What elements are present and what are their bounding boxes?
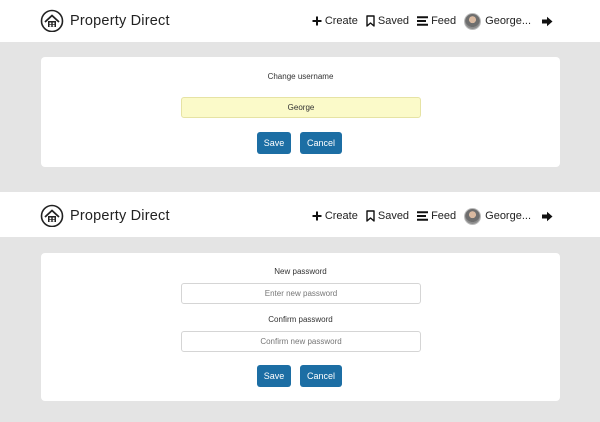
username-input[interactable] — [181, 97, 421, 118]
change-password-card: New password Confirm password Save Cance… — [41, 253, 560, 401]
confirm-password-label: Confirm password — [268, 315, 333, 324]
logout-icon[interactable] — [541, 211, 554, 222]
plus-icon — [312, 211, 322, 221]
nav-feed[interactable]: Feed — [417, 210, 456, 222]
save-password-button[interactable]: Save — [257, 365, 291, 387]
bookmark-icon — [366, 15, 375, 27]
avatar — [464, 207, 482, 225]
brand-name: Property Direct — [70, 12, 170, 29]
house-logo-icon — [40, 204, 64, 227]
top-header: Property Direct Create Saved Feed George… — [0, 195, 600, 237]
house-logo-icon — [40, 9, 64, 32]
nav-user-label: George... — [485, 15, 531, 27]
brand-logo[interactable]: Property Direct — [40, 9, 170, 32]
feed-lines-icon — [417, 16, 429, 26]
new-password-label: New password — [274, 267, 327, 276]
nav-create[interactable]: Create — [312, 15, 358, 27]
new-password-input[interactable] — [181, 283, 421, 304]
main-nav: Create Saved Feed George... — [304, 195, 554, 237]
nav-user[interactable]: George... — [464, 12, 531, 30]
nav-feed[interactable]: Feed — [417, 15, 456, 27]
cancel-password-button[interactable]: Cancel — [300, 365, 342, 387]
main-nav: Create Saved Feed George... — [304, 0, 554, 42]
nav-feed-label: Feed — [431, 15, 457, 27]
change-username-label: Change username — [267, 72, 334, 81]
nav-create-label: Create — [324, 210, 358, 222]
change-username-card: Change username Save Cancel — [41, 57, 560, 167]
nav-feed-label: Feed — [431, 210, 457, 222]
brand-name: Property Direct — [70, 207, 170, 224]
nav-create[interactable]: Create — [312, 210, 358, 222]
top-header: Property Direct Create Saved Feed George… — [0, 0, 600, 42]
nav-user-label: George... — [485, 210, 531, 222]
plus-icon — [312, 16, 322, 26]
cancel-username-button[interactable]: Cancel — [300, 132, 342, 154]
avatar — [464, 12, 482, 30]
brand-logo[interactable]: Property Direct — [40, 204, 170, 227]
logout-icon[interactable] — [541, 16, 554, 27]
nav-saved-label: Saved — [377, 15, 410, 27]
nav-saved-label: Saved — [377, 210, 410, 222]
save-username-button[interactable]: Save — [257, 132, 291, 154]
nav-saved[interactable]: Saved — [366, 15, 409, 27]
nav-saved[interactable]: Saved — [366, 210, 409, 222]
nav-create-label: Create — [324, 15, 358, 27]
nav-user[interactable]: George... — [464, 207, 531, 225]
confirm-password-input[interactable] — [181, 331, 421, 352]
bookmark-icon — [366, 210, 375, 222]
feed-lines-icon — [417, 211, 429, 221]
